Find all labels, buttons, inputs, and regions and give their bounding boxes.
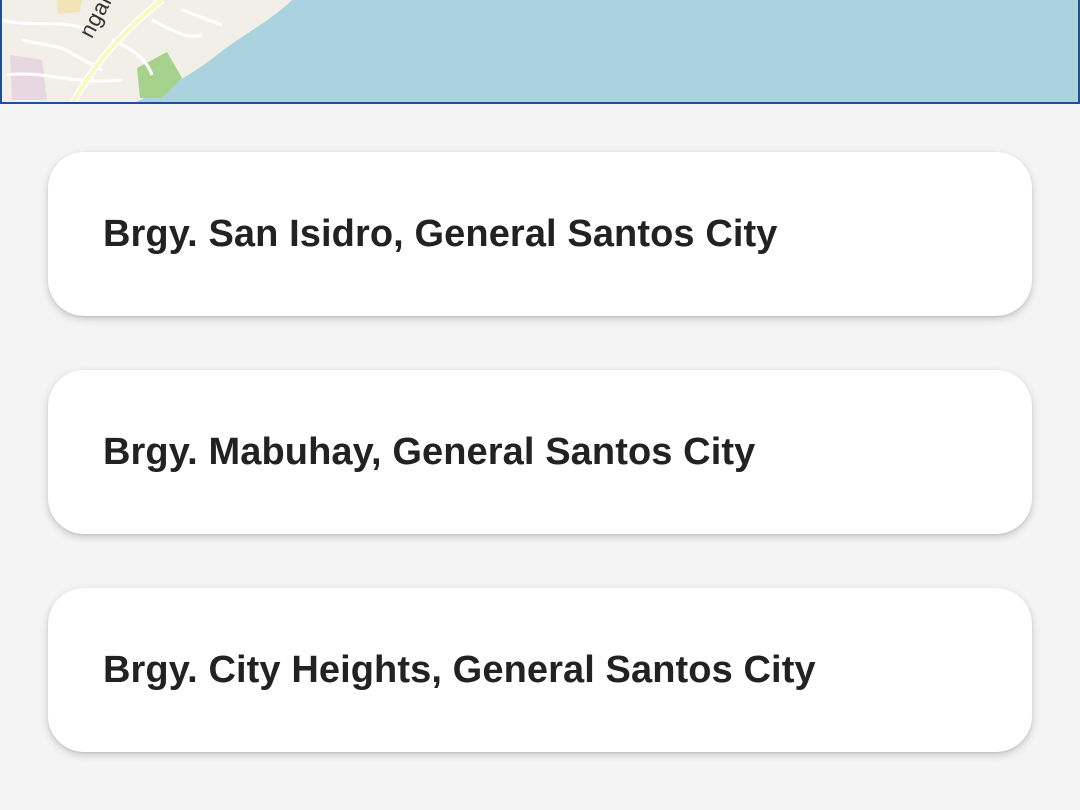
location-label: Brgy. Mabuhay, General Santos City <box>103 430 756 473</box>
location-label: Brgy. City Heights, General Santos City <box>103 648 816 691</box>
location-list: Brgy. San Isidro, General Santos City Br… <box>48 152 1032 806</box>
location-card-san-isidro[interactable]: Brgy. San Isidro, General Santos City <box>48 152 1032 316</box>
map-view[interactable]: ngal Road <box>0 0 1080 104</box>
location-card-city-heights[interactable]: Brgy. City Heights, General Santos City <box>48 588 1032 752</box>
location-card-mabuhay[interactable]: Brgy. Mabuhay, General Santos City <box>48 370 1032 534</box>
location-label: Brgy. San Isidro, General Santos City <box>103 212 778 255</box>
map-tiles <box>2 0 1078 102</box>
